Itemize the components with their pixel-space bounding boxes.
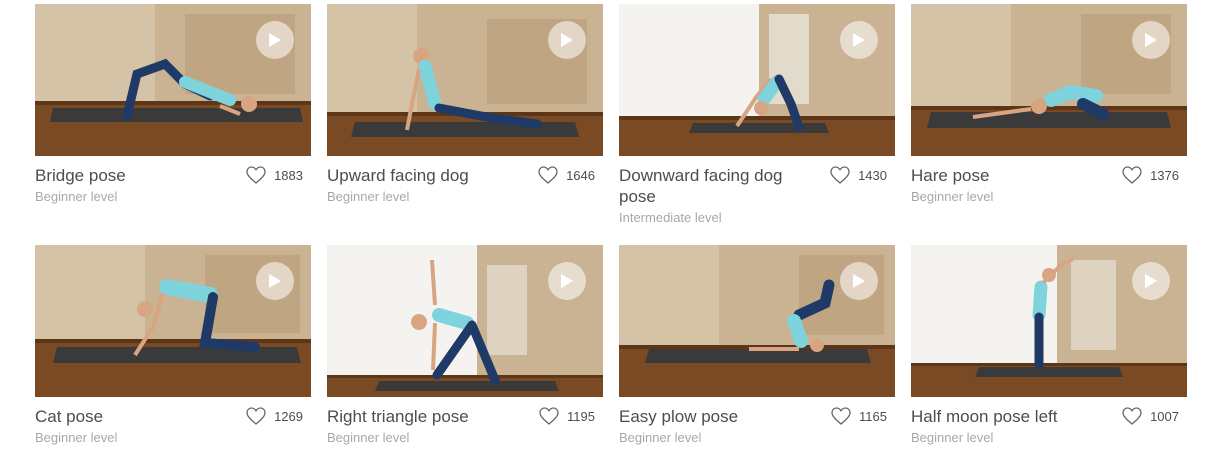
heart-icon[interactable] (831, 407, 851, 425)
heart-icon[interactable] (538, 166, 558, 184)
heart-icon[interactable] (246, 407, 266, 425)
play-icon (269, 274, 281, 288)
pose-thumbnail[interactable] (911, 245, 1187, 397)
like-button[interactable]: 1165 (831, 407, 887, 425)
like-button[interactable]: 1007 (1122, 407, 1179, 425)
pose-meta: Cat pose Beginner level 1269 (35, 397, 311, 461)
play-icon (853, 33, 865, 47)
pose-title[interactable]: Cat pose Beginner level (35, 406, 235, 446)
pose-thumbnail[interactable] (327, 4, 603, 156)
pose-title-text[interactable]: Easy plow pose (619, 407, 738, 426)
play-icon (1145, 33, 1157, 47)
pose-level: Beginner level (327, 189, 410, 204)
play-icon (269, 33, 281, 47)
pose-title-text[interactable]: Right triangle pose (327, 407, 469, 426)
play-icon (1145, 274, 1157, 288)
play-button[interactable] (548, 21, 586, 59)
pose-level: Beginner level (327, 430, 410, 445)
heart-icon[interactable] (539, 407, 559, 425)
play-button[interactable] (256, 21, 294, 59)
play-icon (561, 33, 573, 47)
pose-card-right-triangle[interactable]: Right triangle pose Beginner level 1195 (327, 245, 603, 461)
pose-grid: Bridge pose Beginner level 1883 Upward f… (0, 0, 1215, 461)
pose-title[interactable]: Upward facing dog Beginner level (327, 165, 527, 205)
pose-level: Beginner level (911, 189, 994, 204)
like-button[interactable]: 1269 (246, 407, 303, 425)
pose-meta: Bridge pose Beginner level 1883 (35, 156, 311, 226)
pose-thumbnail[interactable] (619, 4, 895, 156)
pose-title-text[interactable]: Half moon pose left (911, 407, 1057, 426)
like-count: 1376 (1150, 167, 1179, 183)
pose-level: Intermediate level (619, 210, 722, 225)
pose-meta: Right triangle pose Beginner level 1195 (327, 397, 603, 461)
pose-level: Beginner level (35, 430, 118, 445)
like-count: 1007 (1150, 408, 1179, 424)
heart-icon[interactable] (830, 166, 850, 184)
like-button[interactable]: 1646 (538, 166, 595, 184)
pose-thumbnail[interactable] (619, 245, 895, 397)
pose-title[interactable]: Easy plow pose Beginner level (619, 406, 819, 446)
like-button[interactable]: 1883 (246, 166, 303, 184)
like-count: 1269 (274, 408, 303, 424)
pose-title-text[interactable]: Upward facing dog (327, 166, 469, 185)
pose-meta: Hare pose Beginner level 1376 (911, 156, 1187, 226)
like-button[interactable]: 1430 (830, 166, 887, 184)
like-count: 1883 (274, 167, 303, 183)
pose-title-text[interactable]: Cat pose (35, 407, 103, 426)
pose-title[interactable]: Bridge pose Beginner level (35, 165, 235, 205)
like-button[interactable]: 1195 (539, 407, 595, 425)
like-count: 1195 (567, 408, 595, 424)
play-icon (853, 274, 865, 288)
pose-card-downward-facing-dog[interactable]: Downward facing dog pose Intermediate le… (619, 4, 895, 226)
heart-icon[interactable] (246, 166, 266, 184)
pose-thumbnail[interactable] (327, 245, 603, 397)
pose-card-half-moon-left[interactable]: Half moon pose left Beginner level 1007 (911, 245, 1187, 461)
play-button[interactable] (1132, 21, 1170, 59)
play-button[interactable] (840, 21, 878, 59)
pose-card-cat[interactable]: Cat pose Beginner level 1269 (35, 245, 311, 461)
pose-title[interactable]: Hare pose Beginner level (911, 165, 1111, 205)
play-button[interactable] (840, 262, 878, 300)
pose-title-text[interactable]: Hare pose (911, 166, 989, 185)
like-count: 1646 (566, 167, 595, 183)
pose-card-bridge[interactable]: Bridge pose Beginner level 1883 (35, 4, 311, 226)
pose-meta: Downward facing dog pose Intermediate le… (619, 156, 895, 226)
pose-card-upward-facing-dog[interactable]: Upward facing dog Beginner level 1646 (327, 4, 603, 226)
heart-icon[interactable] (1122, 166, 1142, 184)
like-button[interactable]: 1376 (1122, 166, 1179, 184)
pose-card-hare[interactable]: Hare pose Beginner level 1376 (911, 4, 1187, 226)
like-count: 1430 (858, 167, 887, 183)
pose-level: Beginner level (911, 430, 994, 445)
pose-title[interactable]: Right triangle pose Beginner level (327, 406, 527, 446)
pose-title[interactable]: Half moon pose left Beginner level (911, 406, 1111, 446)
pose-card-easy-plow[interactable]: Easy plow pose Beginner level 1165 (619, 245, 895, 461)
pose-title-text[interactable]: Downward facing dog pose (619, 166, 782, 206)
pose-meta: Half moon pose left Beginner level 1007 (911, 397, 1187, 461)
like-count: 1165 (859, 408, 887, 424)
play-button[interactable] (548, 262, 586, 300)
play-icon (561, 274, 573, 288)
heart-icon[interactable] (1122, 407, 1142, 425)
pose-meta: Easy plow pose Beginner level 1165 (619, 397, 895, 461)
pose-thumbnail[interactable] (911, 4, 1187, 156)
pose-level: Beginner level (35, 189, 118, 204)
pose-meta: Upward facing dog Beginner level 1646 (327, 156, 603, 226)
pose-thumbnail[interactable] (35, 4, 311, 156)
play-button[interactable] (256, 262, 294, 300)
pose-thumbnail[interactable] (35, 245, 311, 397)
pose-title[interactable]: Downward facing dog pose Intermediate le… (619, 165, 819, 226)
pose-level: Beginner level (619, 430, 702, 445)
play-button[interactable] (1132, 262, 1170, 300)
pose-title-text[interactable]: Bridge pose (35, 166, 126, 185)
